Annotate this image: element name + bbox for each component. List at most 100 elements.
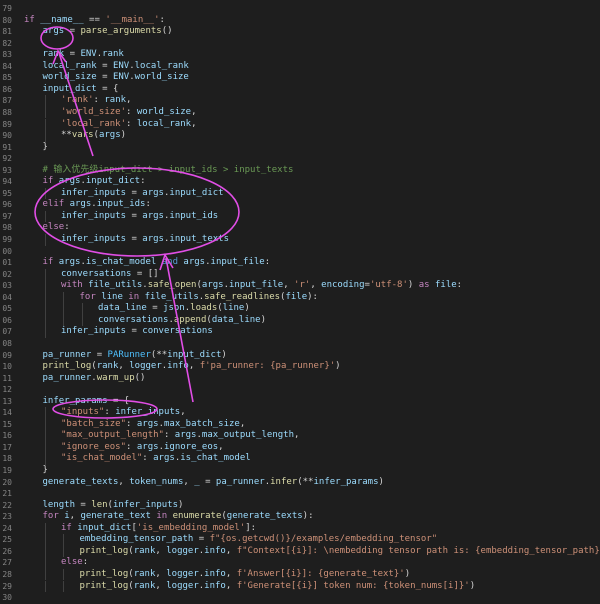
code-token: "inputs" (61, 407, 104, 417)
indent-guide (45, 292, 46, 304)
code-line[interactable]: 19} (0, 465, 600, 477)
code-token: file (435, 280, 457, 290)
code-line[interactable]: 92 (0, 153, 600, 165)
code-line[interactable]: 96elif args.input_ids: (0, 199, 600, 211)
code-token: loads (190, 303, 217, 313)
code-token: : (160, 15, 165, 25)
code-text: infer_inputs = args.input_ids (61, 211, 218, 223)
line-number: 83 (0, 49, 12, 61)
code-token: (** (297, 477, 313, 487)
code-line[interactable]: 27else: (0, 557, 600, 569)
code-line[interactable]: 81args = parse_arguments() (0, 26, 600, 38)
code-editor[interactable]: 7980if __name__ == '__main__':81args = p… (0, 0, 600, 601)
code-line[interactable]: 99infer_inputs = args.input_texts (0, 234, 600, 246)
line-number: 08 (0, 338, 12, 350)
code-line[interactable]: 18"is_chat_model": args.is_chat_model (0, 453, 600, 465)
line-number: 06 (0, 315, 12, 327)
code-text: pa_runner.warm_up() (43, 373, 146, 385)
code-line[interactable]: 23for i, generate_text in enumerate(gene… (0, 511, 600, 523)
code-token: () (135, 373, 146, 383)
line-number: 94 (0, 176, 12, 188)
code-line[interactable]: 00 (0, 246, 600, 258)
code-token: safe_readlines (204, 292, 280, 302)
line-number: 11 (0, 373, 12, 385)
line-number: 07 (0, 326, 12, 338)
code-line[interactable]: 03with file_utils.safe_open(args.input_f… (0, 280, 600, 292)
code-line[interactable]: 93# 输入优先级input_dict > input_ids > input_… (0, 165, 600, 177)
indent-guide (45, 119, 46, 131)
line-number: 13 (0, 396, 12, 408)
code-line[interactable]: 04for line in file_utils.safe_readlines(… (0, 292, 600, 304)
code-line[interactable]: 14"inputs": infer_inputs, (0, 407, 600, 419)
code-text: infer_inputs = args.input_texts (61, 234, 229, 246)
code-line[interactable]: 13infer_params = { (0, 396, 600, 408)
line-number: 25 (0, 534, 12, 546)
code-line[interactable]: 98else: (0, 222, 600, 234)
code-line[interactable]: 89'local_rank': local_rank, (0, 119, 600, 131)
code-line[interactable]: 28print_log(rank, logger.info, f'Answer[… (0, 569, 600, 581)
line-number: 26 (0, 546, 12, 558)
code-line[interactable]: 85world_size = ENV.world_size (0, 72, 600, 84)
code-line[interactable]: 10print_log(rank, logger.info, f'pa_runn… (0, 361, 600, 373)
code-line[interactable]: 01if args.is_chat_model and args.input_f… (0, 257, 600, 269)
code-line[interactable]: 82 (0, 38, 600, 50)
code-line[interactable]: 86input_dict = { (0, 84, 600, 96)
code-line[interactable]: 95infer_inputs = args.input_dict (0, 188, 600, 200)
code-line[interactable]: 11 pa_runner.warm_up() (0, 373, 600, 385)
code-line[interactable]: 17"ignore_eos": args.ignore_eos, (0, 442, 600, 454)
code-text: "inputs": infer_inputs, (61, 407, 186, 419)
code-line[interactable]: 29print_log(rank, logger.info, f'Generat… (0, 581, 600, 593)
code-text: for i, generate_text in enumerate(genera… (43, 511, 314, 523)
code-token: token_nums (129, 477, 183, 487)
code-token: length (43, 500, 76, 510)
code-line[interactable]: 90**vars(args) (0, 130, 600, 142)
code-line[interactable]: 15"batch_size": args.max_batch_size, (0, 419, 600, 431)
line-number: 30 (0, 592, 12, 604)
code-line[interactable]: 09pa_runner = PARunner(**input_dict) (0, 350, 600, 362)
code-line[interactable]: 21 (0, 488, 600, 500)
line-number: 79 (0, 3, 12, 15)
code-line[interactable]: 88'world_size': world_size, (0, 107, 600, 119)
code-line[interactable]: 25embedding_tensor_path = f"{os.getcwd()… (0, 534, 600, 546)
line-number: 03 (0, 280, 12, 292)
code-token: , (155, 581, 166, 591)
line-number: 80 (0, 15, 12, 27)
code-text: 'local_rank': local_rank, (61, 119, 196, 131)
code-token: print_log (80, 569, 129, 579)
code-token: conversations (142, 326, 212, 336)
code-token: f'Answer[{i}]: {generate_text}' (237, 569, 405, 579)
code-token: : (164, 430, 175, 440)
code-line[interactable]: 97infer_inputs = args.input_ids (0, 211, 600, 223)
code-token: for (80, 292, 102, 302)
indent-guide (45, 315, 46, 327)
code-text: print_log(rank, logger.info, f'Answer[{i… (80, 569, 411, 581)
code-line[interactable]: 94if args.input_dict: (0, 176, 600, 188)
code-token: infer_params (43, 396, 108, 406)
code-token: } (43, 465, 48, 475)
code-line[interactable]: 05data_line = json.loads(line) (0, 303, 600, 315)
code-token: input_ids (97, 199, 146, 209)
code-line[interactable]: 16"max_output_length": args.max_output_l… (0, 430, 600, 442)
code-line[interactable]: 08 (0, 338, 600, 350)
code-line[interactable]: 83rank = ENV.rank (0, 49, 600, 61)
code-line[interactable]: 79 (0, 3, 600, 15)
code-line[interactable]: 12 (0, 384, 600, 396)
code-line[interactable]: 07infer_inputs = conversations (0, 326, 600, 338)
indent-guide (45, 280, 46, 292)
code-line[interactable]: 06conversations.append(data_line) (0, 315, 600, 327)
code-token: , (310, 280, 321, 290)
code-line[interactable]: 26print_log(rank, logger.info, f"Context… (0, 546, 600, 558)
code-text: args = parse_arguments() (43, 26, 173, 38)
code-line[interactable]: 22length = len(infer_inputs) (0, 500, 600, 512)
code-line[interactable]: 84local_rank = ENV.local_rank (0, 61, 600, 73)
code-token: ): (307, 292, 318, 302)
code-line[interactable]: 80if __name__ == '__main__': (0, 15, 600, 27)
code-line[interactable]: 91} (0, 142, 600, 154)
code-token: infer_inputs (115, 407, 180, 417)
code-line[interactable]: 30 (0, 592, 600, 604)
code-token: = (64, 26, 80, 36)
code-line[interactable]: 24if input_dict['is_embedding_model']: (0, 523, 600, 535)
code-line[interactable]: 20generate_texts, token_nums, _ = pa_run… (0, 477, 600, 489)
code-line[interactable]: 02conversations = [] (0, 269, 600, 281)
code-line[interactable]: 87'rank': rank, (0, 95, 600, 107)
